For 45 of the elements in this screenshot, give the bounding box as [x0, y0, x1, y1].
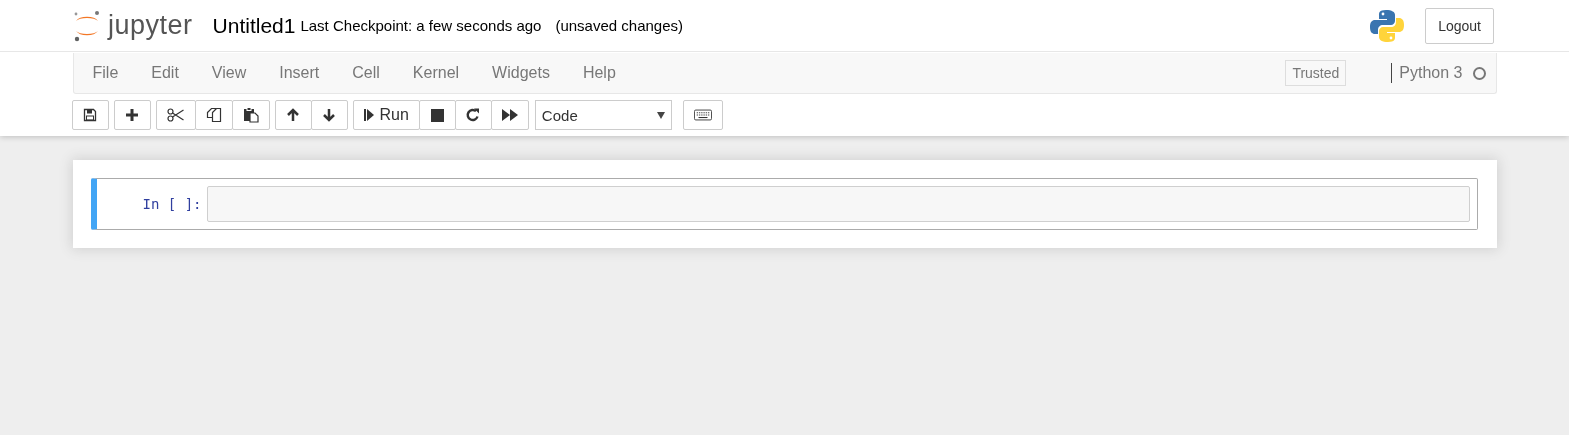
autosave-status: (unsaved changes): [555, 17, 683, 34]
run-all-button[interactable]: [490, 100, 529, 130]
trusted-indicator[interactable]: Trusted: [1285, 60, 1347, 86]
notebook-name[interactable]: Untitled1: [212, 13, 296, 38]
down-arrow-icon: [322, 108, 336, 122]
clipboard-icon: [242, 107, 259, 123]
run-button[interactable]: Run: [352, 100, 420, 130]
up-arrow-icon: [286, 108, 300, 122]
add-cell-button[interactable]: [113, 100, 151, 130]
stop-button[interactable]: [418, 100, 456, 130]
paste-button[interactable]: [231, 100, 270, 130]
code-input-field[interactable]: [206, 186, 1470, 222]
snake-logo-icon: [1369, 7, 1406, 44]
input-prompt: In [ ]:: [141, 196, 203, 212]
menu-item[interactable]: View: [200, 64, 258, 82]
scissors-icon: [166, 108, 185, 122]
checkpoint-status: Last Checkpoint: a few seconds ago: [300, 17, 542, 34]
menu-item[interactable]: Kernel: [401, 64, 471, 82]
menu-item[interactable]: Edit: [140, 64, 190, 82]
code-cell[interactable]: In [ ]:: [90, 178, 1478, 230]
menu-item[interactable]: Widgets: [481, 64, 561, 82]
plus-icon: [125, 108, 139, 122]
menu-item[interactable]: Help: [571, 64, 627, 82]
caret-icon: [656, 111, 665, 119]
stop-icon: [430, 108, 444, 122]
save-button[interactable]: [71, 100, 109, 130]
menu-item[interactable]: File: [81, 64, 130, 82]
copy-icon: [205, 107, 222, 123]
move-up-button[interactable]: [274, 100, 312, 130]
keyboard-icon: [693, 109, 712, 121]
restart-button[interactable]: [454, 100, 492, 130]
copy-button[interactable]: [194, 100, 233, 130]
menu-item[interactable]: Insert: [268, 64, 331, 82]
logo-text: jupyter: [108, 10, 193, 41]
cell-type-dropdown[interactable]: Code: [534, 100, 672, 130]
fast-forward-icon: [501, 108, 518, 122]
restart-icon: [466, 108, 481, 122]
step-icon: [363, 108, 374, 122]
keyboard-button[interactable]: [682, 100, 723, 130]
kernel-name: Python 3: [1391, 63, 1463, 83]
save-icon: [83, 108, 97, 122]
logout-button[interactable]: Logout: [1425, 7, 1494, 44]
cut-button[interactable]: [155, 100, 196, 130]
menu-item[interactable]: Cell: [341, 64, 391, 82]
move-down-button[interactable]: [310, 100, 348, 130]
